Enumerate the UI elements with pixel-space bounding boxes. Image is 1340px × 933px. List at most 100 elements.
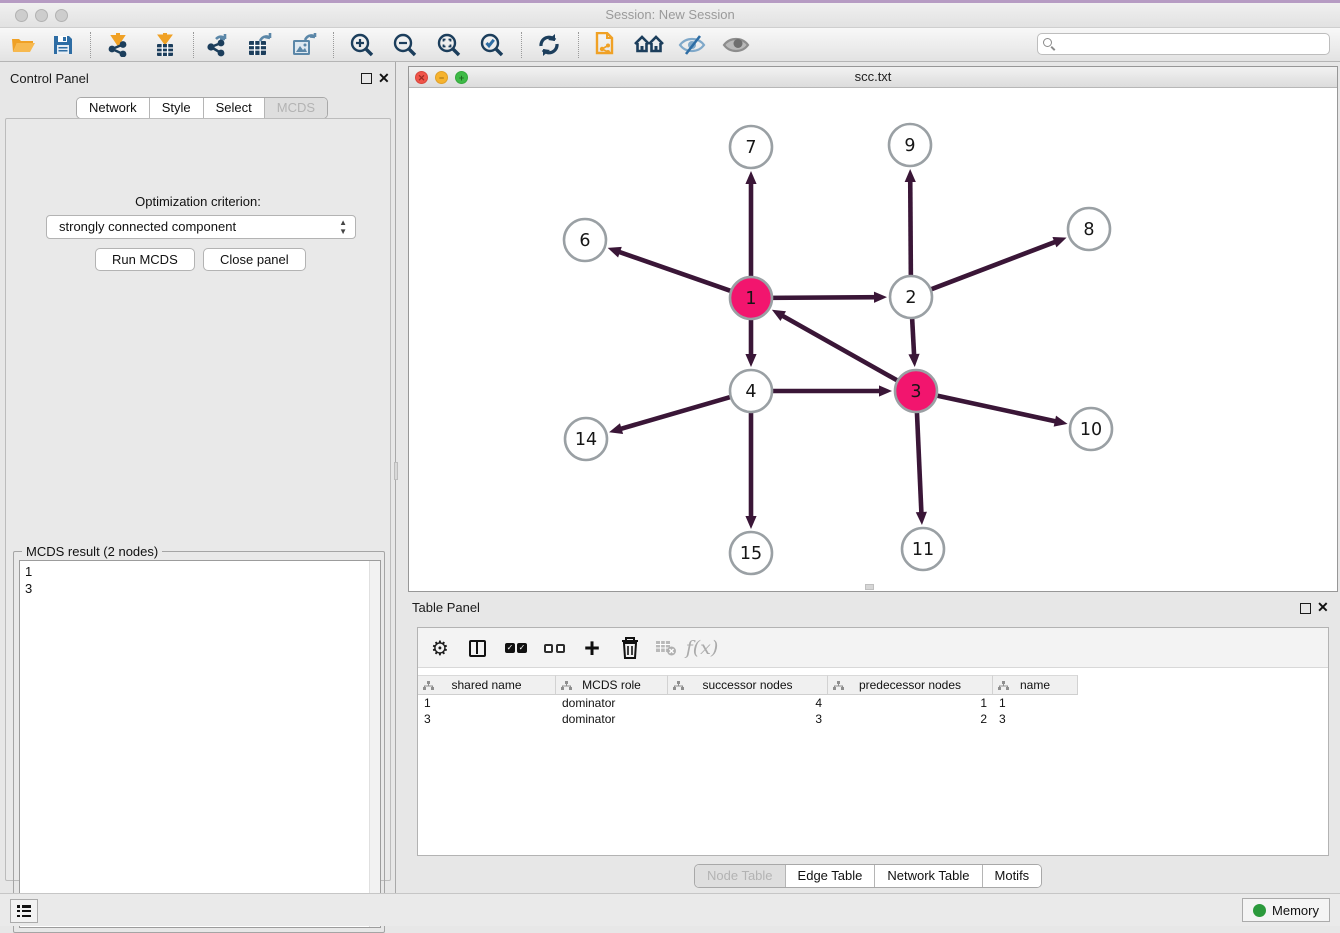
table-cell[interactable]: dominator (556, 711, 668, 727)
network-canvas[interactable]: 7968124314101511 (409, 88, 1337, 591)
save-icon[interactable] (48, 32, 78, 58)
status-bar: Memory (0, 893, 1340, 926)
export-image-icon[interactable] (290, 32, 320, 58)
tab-network[interactable]: Network (77, 98, 150, 118)
selected-option: strongly connected component (59, 219, 236, 234)
close-table-panel-icon[interactable]: ✕ (1317, 602, 1329, 613)
control-panel-title: Control Panel (10, 71, 89, 86)
canvas-scroll-thumb[interactable] (865, 584, 874, 590)
result-scrollbar[interactable] (369, 561, 380, 927)
edge-4-14[interactable] (617, 396, 734, 430)
maximize-view-icon[interactable]: + (455, 71, 468, 84)
refresh-icon[interactable] (534, 32, 564, 58)
search-input[interactable] (1037, 33, 1330, 55)
arrowhead-4-3 (879, 385, 892, 396)
column-header-label: MCDS role (582, 678, 641, 692)
arrowhead-1-4 (745, 354, 756, 367)
column-attribute-icon (673, 681, 684, 691)
tab-style[interactable]: Style (150, 98, 204, 118)
toolbar-separator (90, 32, 91, 58)
network-window-titlebar[interactable]: ✕ − + scc.txt (409, 67, 1337, 88)
float-table-panel-icon[interactable] (1300, 603, 1311, 614)
table-cell[interactable]: dominator (556, 695, 668, 711)
tab-mcds[interactable]: MCDS (265, 98, 327, 118)
mcds-result-textarea[interactable]: 1 3 (19, 560, 381, 928)
window-title: Session: New Session (0, 3, 1340, 27)
tab-select[interactable]: Select (204, 98, 265, 118)
tab-motifs[interactable]: Motifs (983, 865, 1042, 887)
table-row[interactable]: 1dominator411 (418, 695, 1078, 711)
memory-label: Memory (1272, 903, 1319, 918)
export-table-icon[interactable] (246, 32, 276, 58)
table-cell[interactable]: 3 (418, 711, 556, 727)
add-column-icon[interactable]: + (578, 635, 606, 661)
edge-2-8[interactable] (928, 240, 1059, 290)
close-view-icon[interactable]: ✕ (415, 71, 428, 84)
node-label-15: 15 (740, 544, 762, 564)
table-cell[interactable]: 3 (668, 711, 828, 727)
delete-column-icon[interactable] (616, 635, 644, 661)
panel-splitter-handle[interactable] (394, 462, 398, 480)
edge-3-11[interactable] (917, 409, 922, 517)
column-header-label: shared name (451, 678, 521, 692)
edge-3-1[interactable] (779, 314, 900, 382)
clone-network-icon[interactable] (590, 32, 620, 58)
home-layout-icon[interactable] (634, 32, 664, 58)
column-header-successor-nodes[interactable]: successor nodes (668, 675, 828, 695)
table-cell[interactable]: 1 (993, 695, 1078, 711)
run-mcds-button[interactable]: Run MCDS (95, 248, 195, 271)
select-all-icon[interactable]: ✓✓ (502, 635, 530, 661)
optimization-criterion-select[interactable]: strongly connected component ▲▼ (46, 215, 356, 239)
tab-network-table[interactable]: Network Table (875, 865, 982, 887)
minimize-view-icon[interactable]: − (435, 71, 448, 84)
column-header-MCDS-role[interactable]: MCDS role (556, 675, 668, 695)
close-window-icon[interactable] (15, 9, 28, 22)
export-network-icon[interactable] (203, 32, 233, 58)
import-table-icon[interactable] (150, 32, 180, 58)
table-cell[interactable]: 2 (828, 711, 993, 727)
tab-node-table[interactable]: Node Table (695, 865, 786, 887)
table-grid[interactable]: shared name MCDS role successor nodesprede… (418, 675, 1078, 727)
split-view-icon[interactable] (463, 635, 491, 661)
hide-selected-eye-icon[interactable] (677, 32, 707, 58)
zoom-fit-icon[interactable] (434, 32, 464, 58)
table-cell[interactable]: 1 (418, 695, 556, 711)
column-header-name[interactable]: name (993, 675, 1078, 695)
tab-edge-table[interactable]: Edge Table (786, 865, 876, 887)
table-cell[interactable]: 4 (668, 695, 828, 711)
apply-function-icon: f(x) (688, 635, 716, 661)
arrowhead-2-9 (905, 169, 916, 182)
import-network-icon[interactable] (103, 32, 133, 58)
memory-button[interactable]: Memory (1242, 898, 1330, 922)
close-panel-icon[interactable]: ✕ (378, 73, 390, 84)
edge-2-3[interactable] (912, 315, 914, 359)
list-icon (17, 905, 31, 917)
open-folder-icon[interactable] (8, 32, 38, 58)
minimize-window-icon[interactable] (35, 9, 48, 22)
close-panel-button[interactable]: Close panel (203, 248, 306, 271)
edge-3-10[interactable] (934, 395, 1060, 422)
delete-table-icon[interactable] (652, 635, 680, 661)
edge-2-9[interactable] (910, 177, 911, 279)
float-panel-icon[interactable] (361, 73, 372, 84)
node-label-14: 14 (575, 430, 597, 450)
table-cell[interactable]: 3 (993, 711, 1078, 727)
table-cell[interactable]: 1 (828, 695, 993, 711)
network-view-title: scc.txt (409, 67, 1337, 87)
table-settings-icon[interactable]: ⚙ (426, 635, 454, 661)
arrowhead-2-3 (908, 354, 919, 367)
task-list-button[interactable] (10, 899, 38, 923)
deselect-all-icon[interactable] (540, 635, 568, 661)
column-header-predecessor-nodes[interactable]: predecessor nodes (828, 675, 993, 695)
edge-1-6[interactable] (615, 251, 734, 293)
column-header-shared-name[interactable]: shared name (418, 675, 556, 695)
maximize-window-icon[interactable] (55, 9, 68, 22)
edge-1-2[interactable] (769, 297, 879, 298)
table-row[interactable]: 3dominator323 (418, 711, 1078, 727)
arrowhead-3-11 (916, 512, 927, 525)
zoom-selected-icon[interactable] (477, 32, 507, 58)
zoom-in-icon[interactable] (347, 32, 377, 58)
column-header-label: name (1020, 678, 1050, 692)
show-all-eye-icon[interactable] (721, 32, 751, 58)
zoom-out-icon[interactable] (390, 32, 420, 58)
